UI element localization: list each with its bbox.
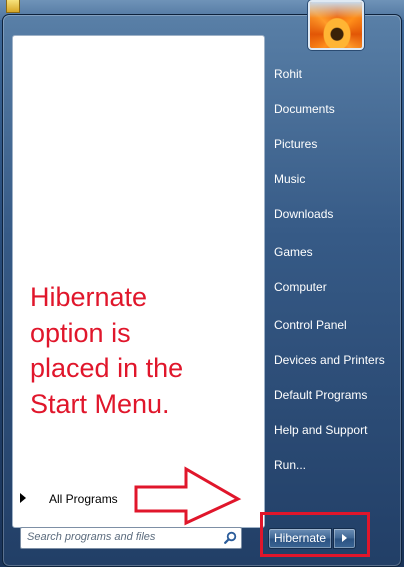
search-icon[interactable] [224, 531, 237, 544]
hibernate-button[interactable]: Hibernate [268, 528, 332, 549]
arrow-right-icon [134, 466, 242, 526]
link-documents[interactable]: Documents [274, 102, 335, 116]
annotation-line: Hibernate [30, 282, 148, 312]
annotation-text: Hibernate option is placed in the Start … [30, 280, 255, 422]
search-box[interactable] [20, 527, 242, 549]
avatar-sky [310, 2, 362, 18]
annotation-line: Start Menu. [30, 388, 170, 419]
link-computer[interactable]: Computer [274, 280, 327, 294]
link-control-panel[interactable]: Control Panel [274, 318, 347, 332]
flower-avatar-icon[interactable] [308, 0, 364, 50]
link-help-and-support[interactable]: Help and Support [274, 423, 367, 437]
link-pictures[interactable]: Pictures [274, 137, 317, 151]
link-run[interactable]: Run... [274, 458, 306, 472]
chevron-right-icon [342, 534, 347, 542]
annotation-line: option is [30, 317, 131, 348]
link-music[interactable]: Music [274, 172, 305, 186]
power-options-button[interactable] [333, 528, 356, 549]
link-rohit[interactable]: Rohit [274, 67, 302, 81]
desktop-folder-icon[interactable] [6, 0, 20, 13]
link-devices-and-printers[interactable]: Devices and Printers [274, 353, 385, 367]
search-input[interactable] [27, 530, 217, 544]
triangle-right-icon [20, 493, 26, 503]
annotation-line: placed in the [30, 353, 184, 383]
link-default-programs[interactable]: Default Programs [274, 388, 367, 402]
all-programs-label: All Programs [49, 492, 118, 506]
link-downloads[interactable]: Downloads [274, 207, 333, 221]
link-games[interactable]: Games [274, 245, 313, 259]
